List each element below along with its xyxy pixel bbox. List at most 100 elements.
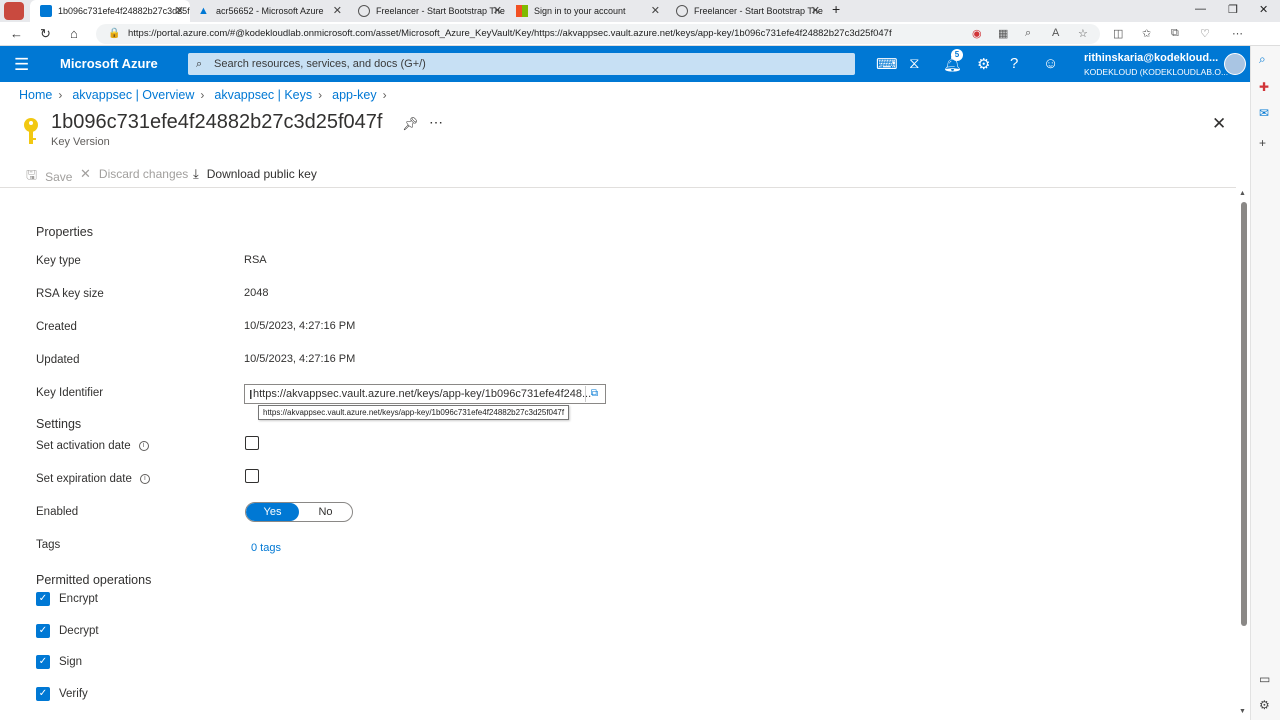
checkbox-checked-icon[interactable]: ✓ bbox=[36, 687, 50, 701]
tab-title: Sign in to your account bbox=[534, 6, 626, 16]
add-sidebar-icon[interactable]: + bbox=[1259, 136, 1266, 150]
close-tab-icon[interactable]: ✕ bbox=[811, 4, 820, 17]
close-tab-icon[interactable]: ✕ bbox=[493, 4, 502, 17]
apps-icon[interactable]: ▦ bbox=[998, 27, 1008, 40]
discard-changes-button[interactable]: ✕ Discard changes bbox=[80, 166, 188, 182]
key-vault-favicon-icon bbox=[40, 5, 52, 17]
save-button[interactable]: 🖫 Save bbox=[26, 166, 72, 188]
split-screen-icon[interactable]: ◫ bbox=[1113, 27, 1123, 40]
browser-essentials-icon[interactable]: ♡ bbox=[1200, 27, 1210, 40]
scrollbar-thumb[interactable] bbox=[1241, 202, 1247, 626]
operation-verify[interactable]: ✓ Verify bbox=[36, 687, 88, 701]
browser-tab[interactable]: ▲ acr56652 - Microsoft Azure ✕ bbox=[188, 0, 348, 22]
enabled-no-option[interactable]: No bbox=[299, 503, 352, 521]
enabled-toggle: Yes No bbox=[245, 502, 353, 522]
close-tab-icon[interactable]: ✕ bbox=[651, 4, 660, 17]
browser-tab[interactable]: 1b096c731efe4f24882b27c3d25f ✕ bbox=[30, 0, 190, 22]
read-aloud-icon[interactable]: A bbox=[1052, 27, 1059, 39]
menu-icon[interactable]: ☰ bbox=[14, 55, 29, 75]
tags-label: Tags bbox=[36, 539, 61, 551]
pin-icon[interactable]: 📌︎ bbox=[402, 116, 419, 132]
key-size-label: RSA key size bbox=[36, 288, 104, 300]
checkbox-checked-icon[interactable]: ✓ bbox=[36, 624, 50, 638]
expiration-date-checkbox[interactable] bbox=[245, 469, 259, 483]
outlook-sidebar-icon[interactable]: ✉ bbox=[1259, 106, 1269, 120]
key-identifier-label: Key Identifier bbox=[36, 387, 104, 399]
operation-label: Encrypt bbox=[59, 593, 98, 605]
breadcrumb-app-key[interactable]: app-key bbox=[332, 88, 376, 102]
collections-icon[interactable]: ⧉ bbox=[1171, 27, 1179, 40]
settings-more-icon[interactable]: ⋯ bbox=[1232, 27, 1243, 40]
global-search-input[interactable]: ⌕ Search resources, services, and docs (… bbox=[188, 53, 855, 75]
cloud-shell-icon[interactable]: ⌨ bbox=[876, 55, 898, 73]
search-placeholder: Search resources, services, and docs (G+… bbox=[214, 58, 426, 70]
globe-favicon-icon bbox=[676, 5, 688, 17]
close-tab-icon[interactable]: ✕ bbox=[333, 4, 342, 17]
profile-icon[interactable] bbox=[4, 2, 24, 20]
key-type-value: RSA bbox=[244, 254, 267, 266]
user-name[interactable]: rithinskaria@kodekloud... bbox=[1084, 52, 1218, 64]
settings-icon[interactable]: ⚙ bbox=[977, 55, 990, 73]
user-directory[interactable]: KODEKLOUD (KODEKLOUDLAB.O... bbox=[1084, 67, 1228, 77]
help-icon[interactable]: ? bbox=[1010, 55, 1018, 72]
maximize-icon[interactable]: ❐ bbox=[1228, 3, 1238, 16]
text-cursor-icon: I bbox=[249, 387, 253, 402]
operation-encrypt[interactable]: ✓ Encrypt bbox=[36, 592, 98, 606]
scroll-up-icon[interactable]: ▲ bbox=[1239, 190, 1246, 197]
breadcrumb: Home › akvappsec | Overview › akvappsec | … bbox=[19, 88, 397, 102]
download-public-key-button[interactable]: ⤓ Download public key bbox=[193, 166, 317, 182]
chevron-right-icon: › bbox=[58, 88, 63, 102]
activation-date-row: Set activation date i bbox=[36, 440, 149, 452]
feedback-icon[interactable]: ☺ bbox=[1043, 55, 1058, 72]
tab-title: 1b096c731efe4f24882b27c3d25f bbox=[58, 6, 190, 16]
tools-sidebar-icon[interactable]: ✚ bbox=[1259, 80, 1269, 94]
search-sidebar-icon[interactable]: ⌕ bbox=[1259, 52, 1266, 67]
directory-filter-icon[interactable]: ⧖ bbox=[909, 55, 920, 72]
operation-decrypt[interactable]: ✓ Decrypt bbox=[36, 624, 99, 638]
vertical-scrollbar[interactable]: ▲ ▼ bbox=[1238, 188, 1248, 720]
portal-brand[interactable]: Microsoft Azure bbox=[60, 56, 158, 71]
activation-date-checkbox[interactable] bbox=[245, 436, 259, 450]
avatar[interactable] bbox=[1224, 53, 1246, 75]
copy-icon[interactable]: ⧉ bbox=[585, 386, 603, 402]
favorites-icon[interactable]: ✩ bbox=[1142, 27, 1151, 40]
minimize-icon[interactable]: — bbox=[1195, 3, 1206, 15]
globe-favicon-icon bbox=[358, 5, 370, 17]
sidebar-layout-icon[interactable]: ▭ bbox=[1259, 672, 1270, 686]
breadcrumb-home[interactable]: Home bbox=[19, 88, 52, 102]
zoom-icon[interactable]: ⌕ bbox=[1025, 27, 1031, 40]
breadcrumb-overview[interactable]: akvappsec | Overview bbox=[72, 88, 194, 102]
close-blade-icon[interactable]: ✕ bbox=[1212, 114, 1226, 134]
close-tab-icon[interactable]: ✕ bbox=[175, 4, 184, 17]
new-tab-icon[interactable]: + bbox=[832, 1, 840, 17]
info-icon[interactable]: i bbox=[139, 474, 150, 484]
info-icon[interactable]: i bbox=[138, 441, 149, 451]
tracking-prevention-icon[interactable]: ◉ bbox=[972, 27, 982, 40]
sidebar-settings-icon[interactable]: ⚙ bbox=[1259, 698, 1270, 712]
tags-link[interactable]: 0 tags bbox=[251, 542, 281, 554]
tab-title: Freelancer - Start Bootstrap The bbox=[694, 6, 823, 16]
lock-icon[interactable]: 🔒 bbox=[108, 24, 120, 44]
breadcrumb-keys[interactable]: akvappsec | Keys bbox=[214, 88, 312, 102]
checkbox-checked-icon[interactable]: ✓ bbox=[36, 655, 50, 669]
checkbox-checked-icon[interactable]: ✓ bbox=[36, 592, 50, 606]
browser-tab[interactable]: Sign in to your account ✕ bbox=[506, 0, 666, 22]
more-options-icon[interactable]: ⋯ bbox=[429, 114, 443, 131]
browser-tab[interactable]: Freelancer - Start Bootstrap The ✕ bbox=[666, 0, 826, 22]
enabled-yes-option[interactable]: Yes bbox=[246, 503, 299, 521]
operation-label: Decrypt bbox=[59, 625, 99, 637]
operation-sign[interactable]: ✓ Sign bbox=[36, 655, 82, 669]
url-field[interactable]: 🔒 https://portal.azure.com/#@kodekloudla… bbox=[96, 24, 1100, 44]
refresh-icon[interactable]: ↻ bbox=[40, 26, 51, 42]
back-icon[interactable]: ← bbox=[10, 26, 23, 41]
browser-tab[interactable]: Freelancer - Start Bootstrap The ✕ bbox=[348, 0, 508, 22]
properties-heading: Properties bbox=[36, 225, 93, 239]
scroll-down-icon[interactable]: ▼ bbox=[1239, 708, 1246, 715]
save-icon: 🖫 bbox=[26, 167, 38, 182]
tab-title: Freelancer - Start Bootstrap The bbox=[376, 6, 505, 16]
close-window-icon[interactable]: ✕ bbox=[1259, 3, 1268, 16]
favorite-star-icon[interactable]: ☆ bbox=[1078, 27, 1088, 40]
permitted-operations-heading: Permitted operations bbox=[36, 573, 152, 587]
home-icon[interactable]: ⌂ bbox=[70, 26, 78, 41]
key-identifier-field[interactable]: https://akvappsec.vault.azure.net/keys/a… bbox=[244, 384, 606, 404]
